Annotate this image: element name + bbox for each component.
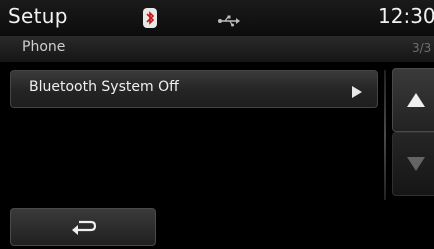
triangle-up-icon <box>407 93 425 107</box>
list-item-bluetooth-system-off[interactable]: Bluetooth System Off <box>10 70 378 108</box>
clock: 12:30 <box>378 4 434 28</box>
play-arrow-icon <box>351 83 363 102</box>
bottom-bar <box>0 200 434 249</box>
settings-list: Bluetooth System Off <box>0 62 388 200</box>
return-arrow-icon <box>72 220 97 235</box>
triangle-down-icon <box>407 157 425 171</box>
back-button[interactable] <box>10 208 156 246</box>
status-bar: Setup 12:30 <box>0 0 434 36</box>
scroll-down-button[interactable] <box>392 132 434 196</box>
screen-title: Setup <box>8 4 68 28</box>
scroll-up-button[interactable] <box>392 68 434 132</box>
list-item-label: Bluetooth System Off <box>29 79 179 95</box>
setup-screen: Setup 12:30 Phone 3/3 Bluetooth System O <box>0 0 434 249</box>
subheader: Phone 3/3 <box>0 36 434 62</box>
page-indicator: 3/3 <box>412 41 432 55</box>
bluetooth-icon <box>143 8 157 28</box>
usb-icon <box>218 12 240 31</box>
scroll-divider <box>384 70 386 200</box>
section-title: Phone <box>22 39 66 55</box>
